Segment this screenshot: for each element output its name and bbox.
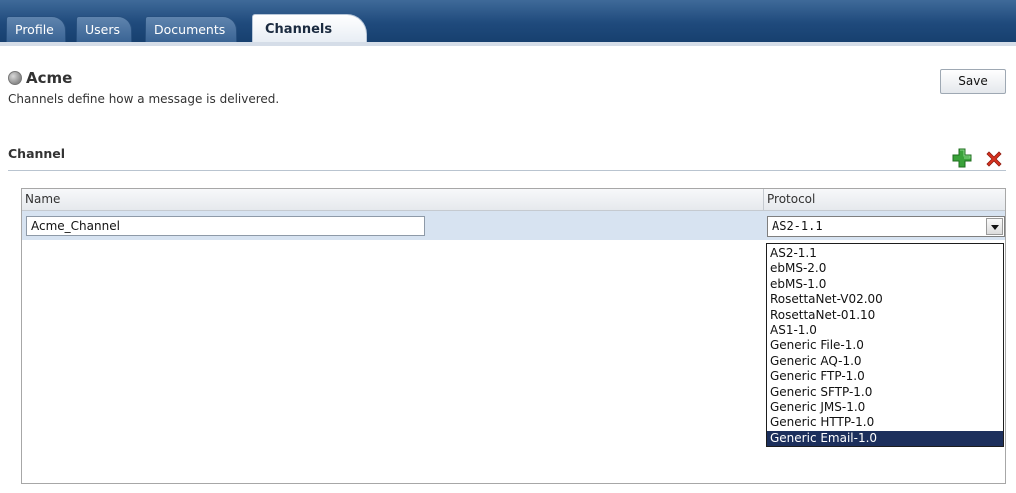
dropdown-option[interactable]: AS2-1.1 [767, 246, 1003, 261]
dropdown-option[interactable]: ebMS-1.0 [767, 277, 1003, 292]
channel-name-input[interactable] [26, 216, 425, 236]
dropdown-option[interactable]: RosettaNet-01.10 [767, 308, 1003, 323]
column-header-protocol[interactable]: Protocol [764, 189, 1005, 210]
tab-channels[interactable]: Channels [252, 14, 368, 43]
protocol-select-value: AS2-1.1 [772, 219, 823, 233]
tab-bar: Profile Users Documents Channels [0, 0, 1016, 43]
dropdown-option-highlighted[interactable]: Generic Email-1.0 [767, 430, 1003, 447]
dropdown-option[interactable]: Generic JMS-1.0 [767, 400, 1003, 415]
add-icon[interactable] [951, 147, 973, 169]
page-subtitle: Channels define how a message is deliver… [8, 92, 280, 106]
section-divider [8, 170, 1006, 171]
protocol-select[interactable]: AS2-1.1 [767, 216, 1005, 237]
table-header-row: Name Protocol [22, 189, 1005, 211]
dropdown-option[interactable]: Generic FTP-1.0 [767, 369, 1003, 384]
section-title: Channel [8, 146, 66, 161]
tab-bar-divider [0, 42, 1016, 46]
dropdown-option[interactable]: Generic SFTP-1.0 [767, 385, 1003, 400]
tab-profile[interactable]: Profile [6, 16, 66, 42]
dropdown-option[interactable]: Generic AQ-1.0 [767, 354, 1003, 369]
table-row[interactable]: AS2-1.1 [22, 211, 1005, 240]
dropdown-option[interactable]: Generic HTTP-1.0 [767, 415, 1003, 430]
dropdown-option[interactable]: Generic File-1.0 [767, 338, 1003, 353]
page-header: Acme [8, 68, 72, 88]
globe-icon [8, 71, 22, 85]
delete-icon[interactable] [984, 149, 1004, 169]
page-title: Acme [26, 69, 73, 87]
dropdown-option[interactable]: RosettaNet-V02.00 [767, 292, 1003, 307]
column-header-name[interactable]: Name [22, 189, 764, 210]
save-button[interactable]: Save [940, 69, 1006, 94]
chevron-down-icon[interactable] [986, 218, 1003, 235]
protocol-dropdown-list: AS2-1.1 ebMS-2.0 ebMS-1.0 RosettaNet-V02… [766, 243, 1004, 448]
tab-users[interactable]: Users [76, 16, 133, 42]
dropdown-option[interactable]: AS1-1.0 [767, 323, 1003, 338]
tab-documents[interactable]: Documents [145, 16, 238, 42]
dropdown-option[interactable]: ebMS-2.0 [767, 261, 1003, 276]
